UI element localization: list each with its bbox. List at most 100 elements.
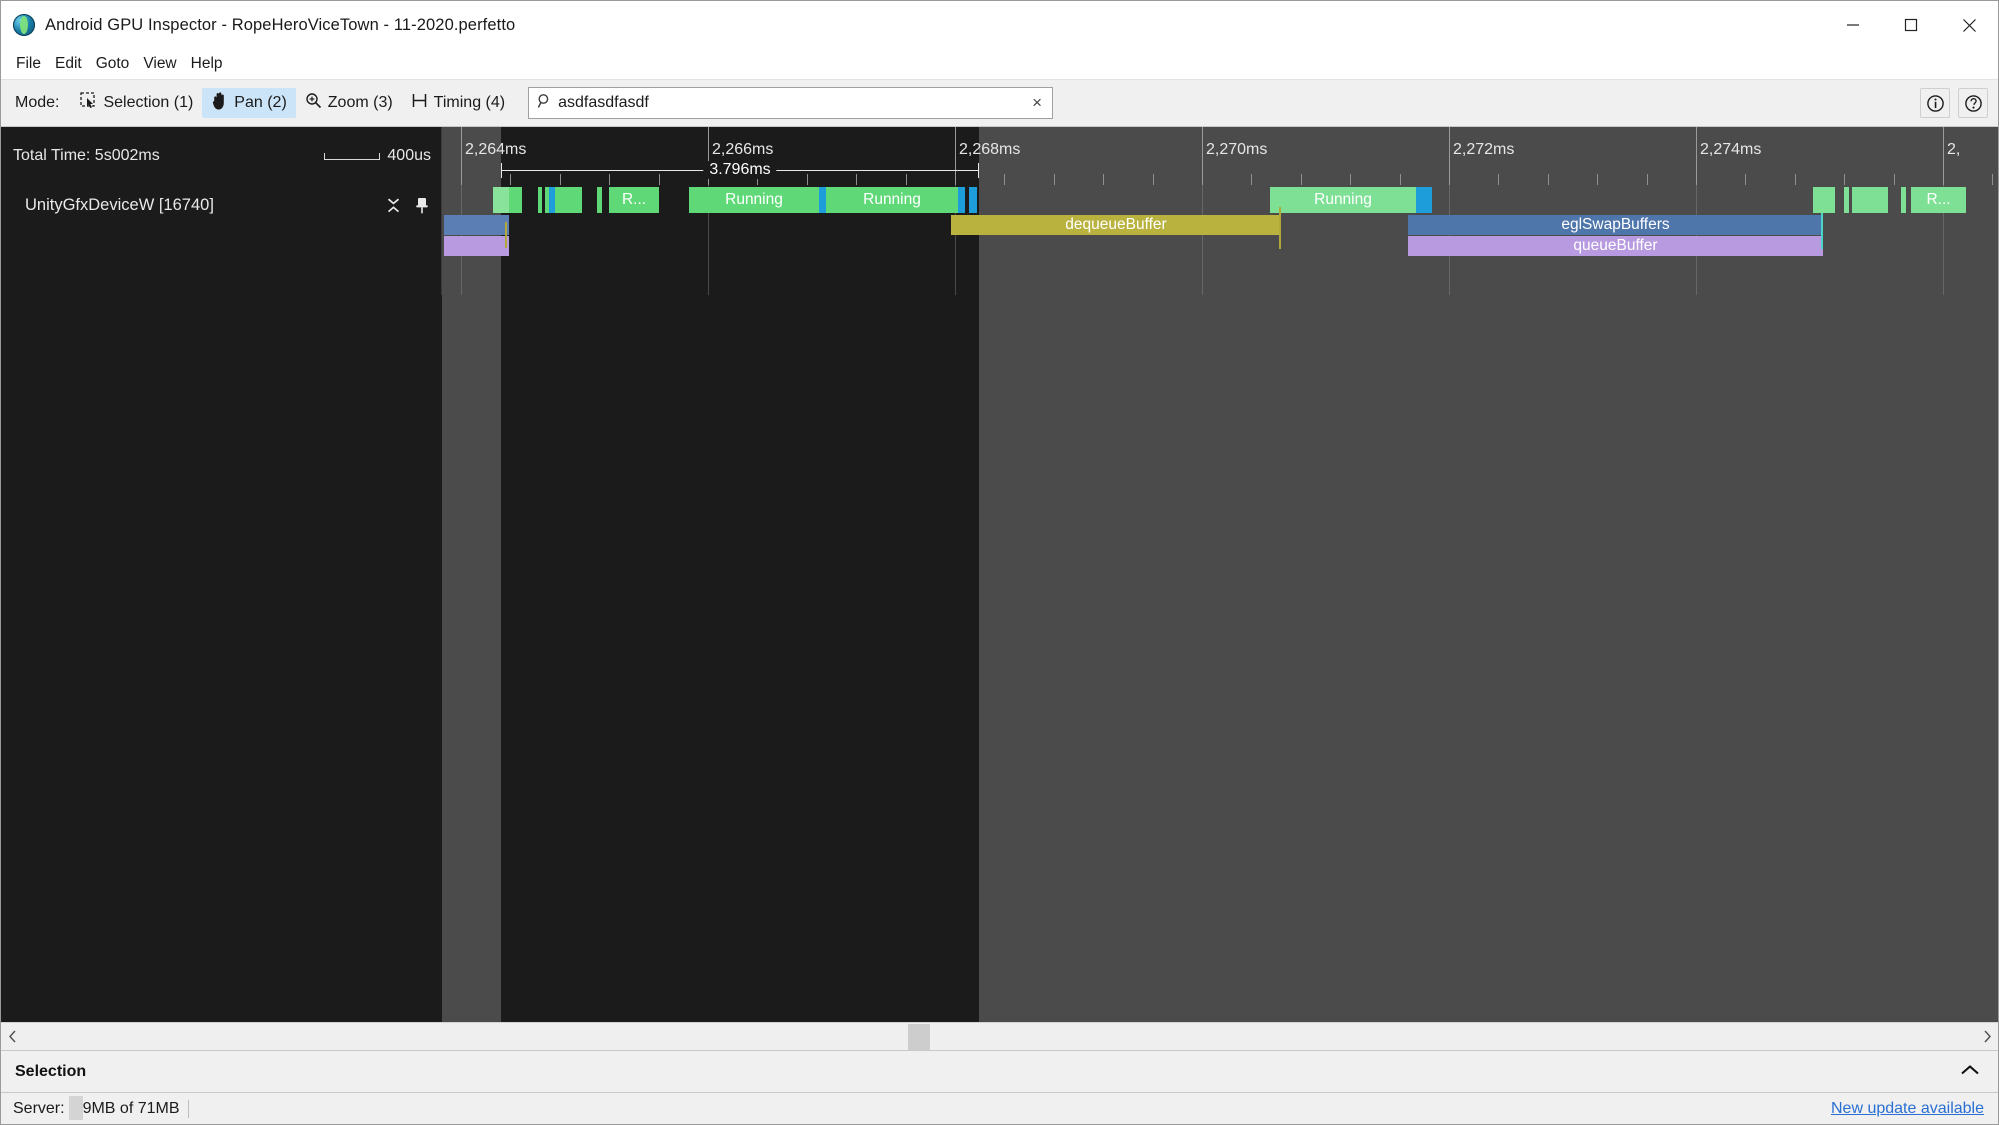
slice[interactable] <box>1813 187 1835 213</box>
slice[interactable] <box>597 187 602 213</box>
mode-button-zoom[interactable]: Zoom (3) <box>296 88 402 118</box>
slice[interactable] <box>493 187 509 213</box>
slice[interactable] <box>1901 187 1906 213</box>
track-name-label: UnityGfxDeviceW [16740] <box>25 196 214 214</box>
server-label: Server: <box>13 1099 65 1117</box>
menu-item-view[interactable]: View <box>136 52 183 76</box>
search-clear-icon[interactable]: × <box>1022 88 1052 118</box>
slice-eglswapbuffers[interactable]: eglSwapBuffers <box>1408 215 1823 235</box>
title-bar: Android GPU Inspector - RopeHeroViceTown… <box>1 1 1998 49</box>
track-header[interactable]: UnityGfxDeviceW [16740] <box>1 185 442 295</box>
horizontal-scrollbar[interactable] <box>1 1022 1998 1050</box>
slice[interactable] <box>1416 187 1432 213</box>
slice[interactable] <box>555 187 582 213</box>
help-icon[interactable] <box>1958 88 1988 118</box>
slice[interactable] <box>1844 187 1849 213</box>
selection-panel-title: Selection <box>15 1062 87 1080</box>
ruler-minor-tick <box>1893 174 1895 185</box>
new-update-link[interactable]: New update available <box>1831 1100 1984 1118</box>
mode-button-zoom-label: Zoom (3) <box>327 94 393 111</box>
slice-label: eglSwapBuffers <box>1561 216 1670 233</box>
ruler-minor-tick <box>1992 174 1994 185</box>
slice-label: R... <box>1926 191 1951 208</box>
ruler-minor-tick <box>1794 174 1796 185</box>
slice-label: R... <box>621 191 647 208</box>
slice-label: Running <box>725 191 783 208</box>
menu-bar: File Edit Goto View Help <box>1 49 1998 79</box>
slice-label: Running <box>863 191 921 208</box>
selection-marquee-icon <box>80 92 97 114</box>
track-header-actions <box>386 197 429 219</box>
menu-item-file[interactable]: File <box>9 52 48 76</box>
slice-queuebuffer[interactable]: queueBuffer <box>1408 236 1823 256</box>
slice-thin-marker[interactable] <box>1279 207 1281 249</box>
track-body[interactable]: R... Running Running Running R... dequeueBuff… <box>442 185 1998 295</box>
slice[interactable] <box>538 187 542 213</box>
timeline-panel[interactable]: 2,264ms 2,266ms 2,268ms 2,270ms 2,272ms 2,274… <box>1 127 1998 1022</box>
slice[interactable] <box>1852 187 1888 213</box>
agi-globe-icon <box>13 14 35 36</box>
ruler-minor-tick <box>1103 174 1105 185</box>
slice-thin-marker[interactable] <box>1821 213 1823 249</box>
mode-label: Mode: <box>15 94 60 111</box>
ruler-tick-label: 2,274ms <box>1700 141 1762 158</box>
slice-r-[interactable]: R... <box>609 187 659 213</box>
slice-running[interactable]: Running <box>826 187 958 213</box>
menu-item-edit[interactable]: Edit <box>48 52 89 76</box>
slice[interactable] <box>969 187 977 213</box>
mode-button-pan[interactable]: Pan (2) <box>202 88 296 118</box>
chevron-up-icon[interactable] <box>1960 1063 1980 1081</box>
info-icon[interactable] <box>1920 88 1950 118</box>
slice-running[interactable]: Running <box>689 187 819 213</box>
slice[interactable] <box>819 187 826 213</box>
ruler-tick-label: 2,272ms <box>1453 141 1515 158</box>
collapse-chevrons-icon[interactable] <box>386 197 401 219</box>
total-time-header: Total Time: 5s002ms 400us <box>1 127 442 185</box>
slice-r-[interactable]: R... <box>1911 187 1966 213</box>
ruler-tick-label: 2, <box>1947 141 1961 158</box>
slice[interactable] <box>444 236 509 256</box>
maximize-icon[interactable] <box>1882 1 1940 49</box>
menu-item-goto[interactable]: Goto <box>89 52 137 76</box>
pin-icon[interactable] <box>415 197 429 219</box>
slice[interactable] <box>958 187 965 213</box>
track-gridline <box>1202 185 1203 295</box>
scrollbar-track[interactable] <box>23 1023 1976 1051</box>
ruler-minor-tick <box>1152 174 1154 185</box>
slice-dequeuebuffer[interactable]: dequeueBuffer <box>951 215 1281 235</box>
ruler-minor-tick <box>1547 174 1549 185</box>
slice[interactable] <box>444 215 509 235</box>
mode-button-timing[interactable]: Timing (4) <box>402 88 514 118</box>
scrollbar-thumb[interactable] <box>908 1023 930 1050</box>
memory-usage-label: 9MB of 71MB <box>68 1095 189 1120</box>
hand-pan-icon <box>211 91 228 115</box>
selection-panel[interactable]: Selection <box>1 1050 1998 1092</box>
chevron-left-icon[interactable] <box>1 1023 23 1051</box>
ruler-minor-tick <box>1251 174 1253 185</box>
menu-item-help[interactable]: Help <box>184 52 230 76</box>
ruler-minor-tick <box>1597 174 1599 185</box>
minimize-icon[interactable] <box>1824 1 1882 49</box>
window-controls <box>1824 1 1998 49</box>
search-input[interactable]: asdfasdfasdf × <box>528 87 1054 119</box>
mode-button-selection[interactable]: Selection (1) <box>71 88 202 118</box>
window-title: Android GPU Inspector - RopeHeroViceTown… <box>45 15 516 34</box>
slice[interactable] <box>509 187 522 213</box>
toolbar-right-actions <box>1920 88 1988 118</box>
empty-area-unselected-region <box>442 295 501 1022</box>
slice-thin-marker[interactable] <box>505 222 507 248</box>
ruler-tick-label: 2,264ms <box>465 141 527 158</box>
close-icon[interactable] <box>1940 1 1998 49</box>
slice-label: dequeueBuffer <box>1065 216 1167 233</box>
empty-area-unselected-region <box>979 295 1998 1022</box>
slice-label: queueBuffer <box>1573 237 1658 254</box>
total-time-label: Total Time: 5s002ms <box>13 147 160 164</box>
scale-indicator-label: 400us <box>387 147 431 164</box>
timeline-empty-area[interactable] <box>1 295 1998 1022</box>
slice-running[interactable]: Running <box>1270 187 1416 213</box>
mode-button-selection-label: Selection (1) <box>103 94 194 111</box>
ruler-minor-tick <box>1350 174 1352 185</box>
ruler-tick-label: 2,268ms <box>959 141 1021 158</box>
measurement-label: 3.796ms <box>703 161 777 179</box>
chevron-right-icon[interactable] <box>1976 1023 1998 1051</box>
